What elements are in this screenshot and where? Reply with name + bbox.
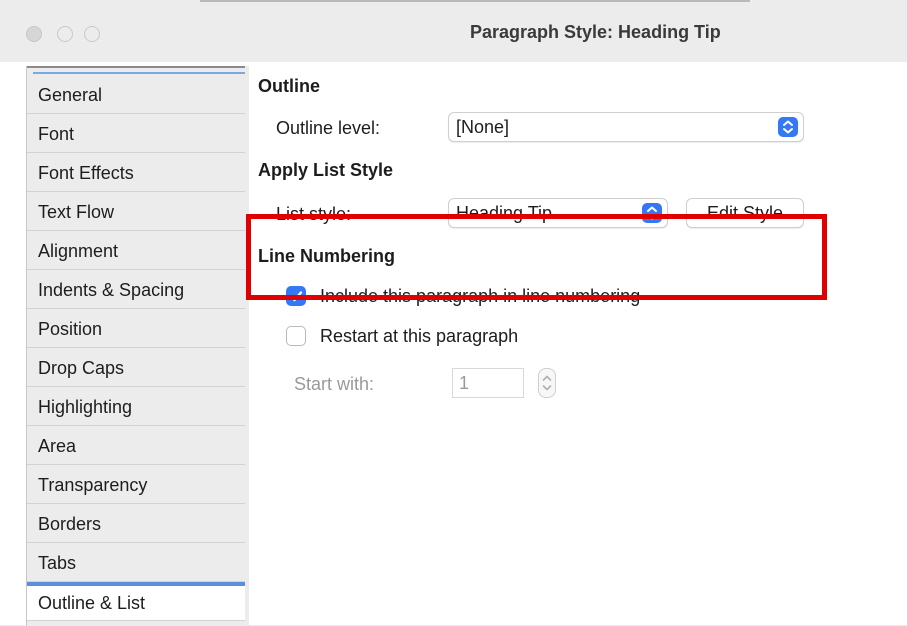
tab-indents-spacing[interactable]: Indents & Spacing: [27, 271, 245, 309]
tab-highlighting[interactable]: Highlighting: [27, 388, 245, 426]
tab-tabs[interactable]: Tabs: [27, 544, 245, 582]
dialog-content: General Font Font Effects Text Flow Alig…: [0, 62, 907, 626]
outline-list-panel: Outline Outline level: [None] Apply List…: [258, 62, 898, 622]
tab-drop-caps[interactable]: Drop Caps: [27, 349, 245, 387]
start-with-field[interactable]: 1: [452, 368, 524, 398]
minimize-window-button[interactable]: [57, 26, 73, 42]
zoom-window-button[interactable]: [84, 26, 100, 42]
window-title: Paragraph Style: Heading Tip: [470, 22, 721, 42]
close-window-button[interactable]: [26, 26, 42, 42]
outline-level-label: Outline level:: [276, 118, 381, 138]
tab-alignment[interactable]: Alignment: [27, 232, 245, 270]
outline-level-value: [None]: [456, 117, 510, 137]
tab-transparency[interactable]: Transparency: [27, 466, 245, 504]
tab-area[interactable]: Area: [27, 427, 245, 465]
tab-text-flow[interactable]: Text Flow: [27, 193, 245, 231]
start-with-label: Start with:: [294, 374, 375, 394]
tab-borders[interactable]: Borders: [27, 505, 245, 543]
apply-list-style-section-title: Apply List Style: [258, 160, 394, 180]
chevron-up-down-icon: [778, 117, 798, 137]
sidebar-tab-list: General Font Font Effects Text Flow Alig…: [26, 66, 249, 626]
sidebar-top-blue-line: [33, 72, 245, 74]
outline-section-title: Outline: [258, 76, 320, 96]
tab-position[interactable]: Position: [27, 310, 245, 348]
outline-level-select[interactable]: [None]: [448, 112, 804, 142]
tab-font[interactable]: Font: [27, 115, 245, 153]
apply-list-style-highlight: [246, 214, 827, 300]
restart-at-paragraph-label[interactable]: Restart at this paragraph: [320, 326, 518, 347]
title-bar: Paragraph Style: Heading Tip: [0, 0, 907, 62]
tab-font-effects[interactable]: Font Effects: [27, 154, 245, 192]
stepper-icon[interactable]: [538, 368, 556, 398]
restart-at-paragraph-checkbox[interactable]: [286, 326, 306, 346]
tab-outline-list[interactable]: Outline & List: [27, 582, 245, 621]
tab-general[interactable]: General: [27, 76, 245, 114]
title-bar-topline: [200, 0, 750, 7]
